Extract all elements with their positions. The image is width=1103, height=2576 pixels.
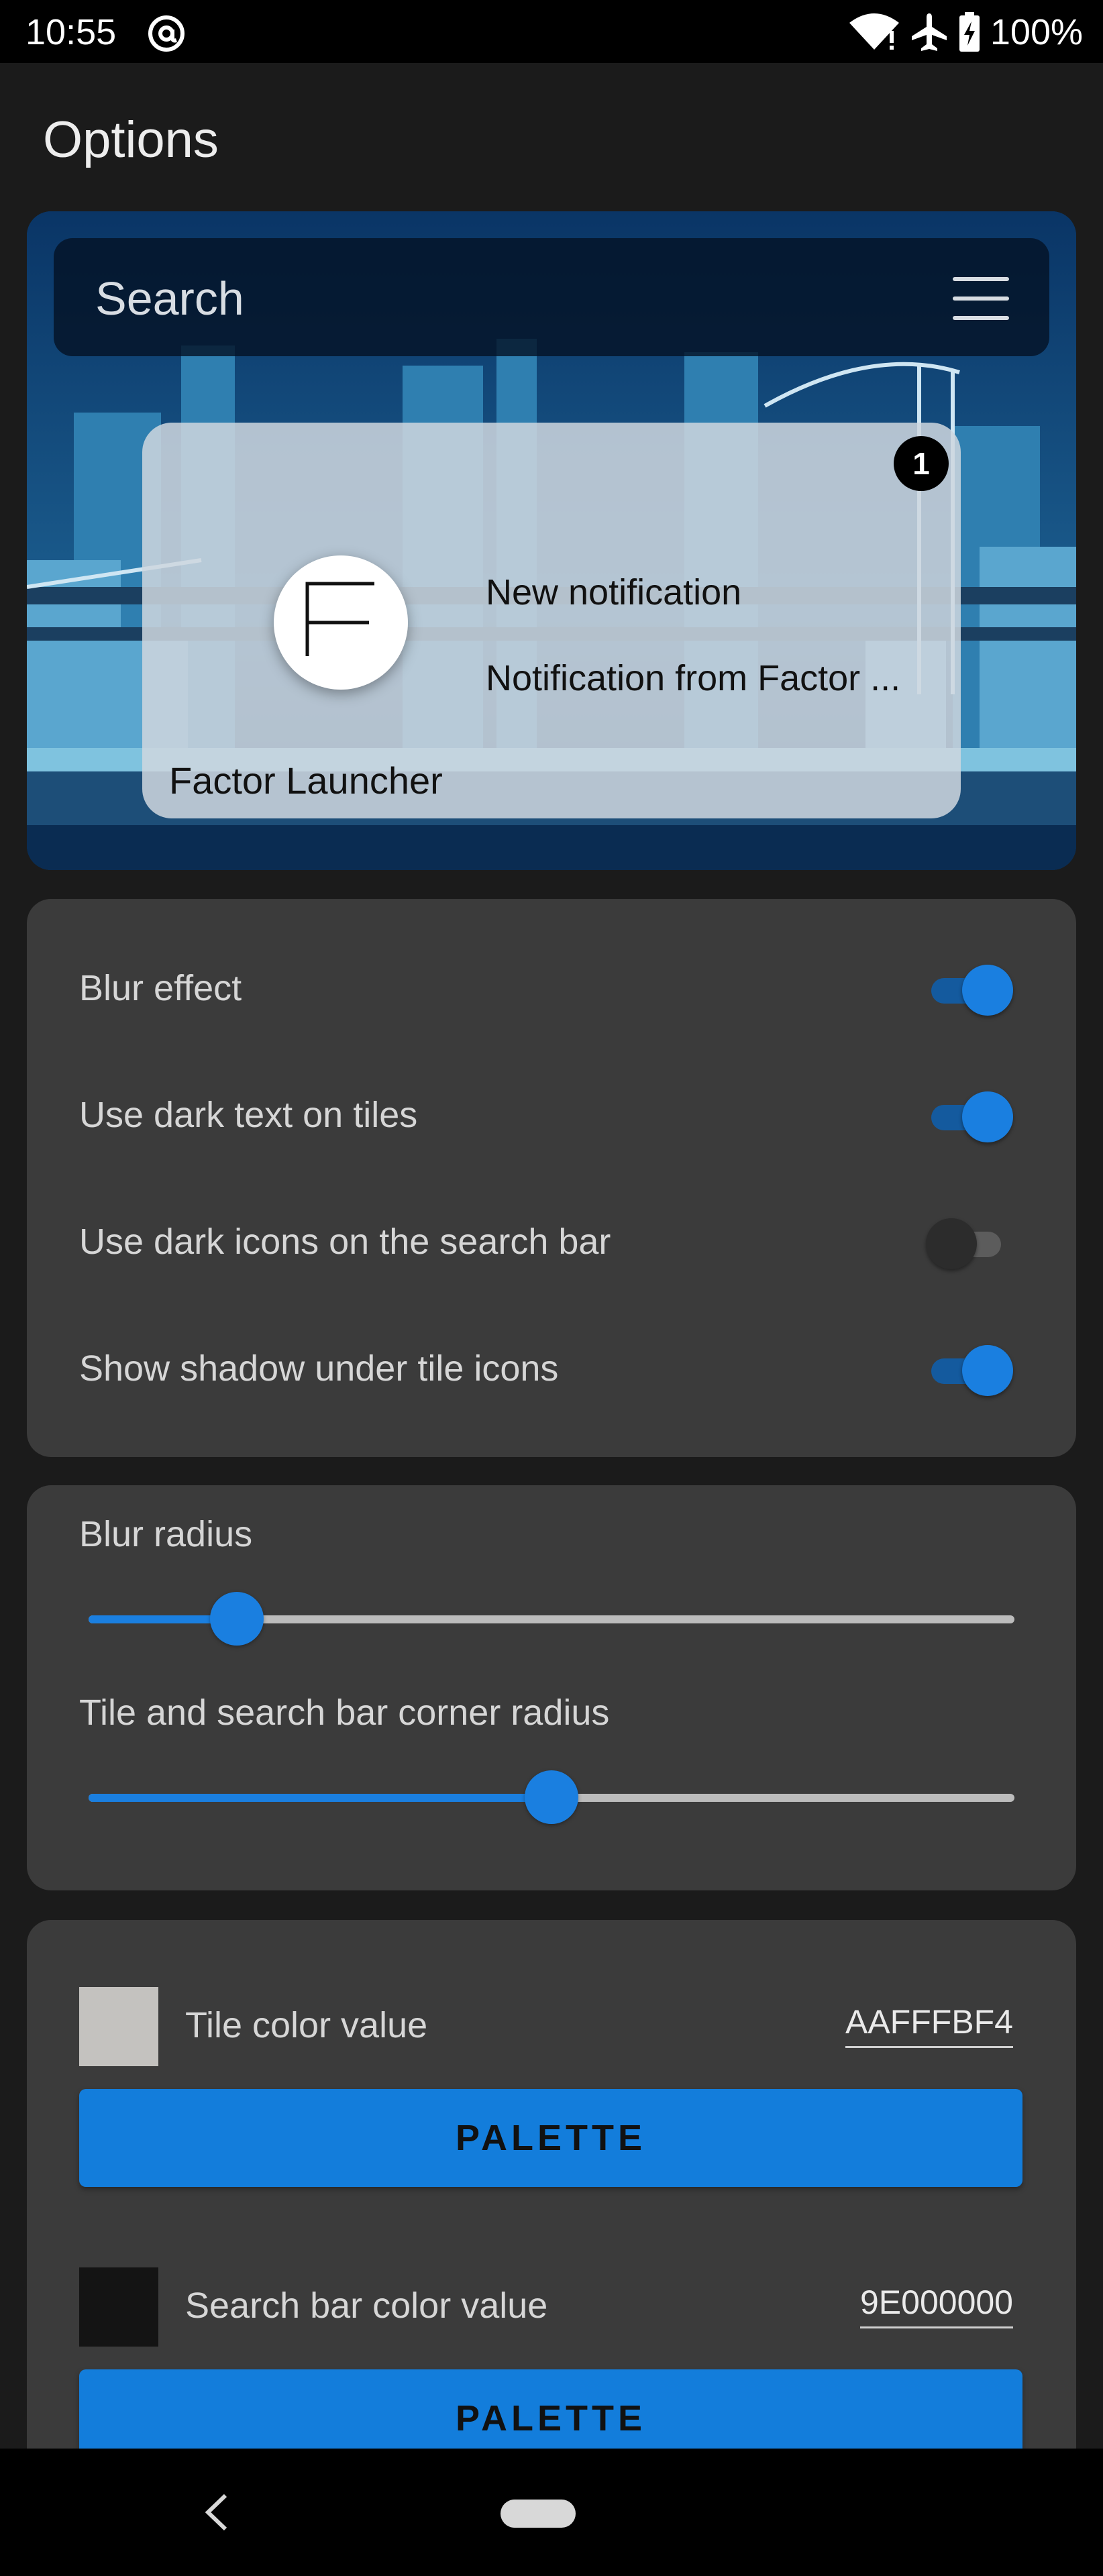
search-bar-color-hex-input[interactable]: 9E000000	[859, 2282, 1013, 2328]
notification-title: New notification	[486, 572, 742, 612]
color-label: Search bar color value	[185, 2286, 548, 2326]
notification-tile[interactable]: New notification Notification from Facto…	[142, 423, 961, 818]
page-title: Options	[43, 111, 219, 168]
preview-search-bar[interactable]: Search	[54, 238, 1049, 356]
slider-label-blur-radius: Blur radius	[79, 1514, 253, 1554]
notification-body: Notification from Factor ...	[486, 658, 901, 698]
dark-icons-switch[interactable]	[926, 1218, 1013, 1269]
tile-color-row: Tile color value AAFFFBF4	[27, 1982, 1076, 2069]
airplane-mode-icon	[911, 13, 947, 51]
status-right-group: 100%	[848, 11, 1083, 54]
toggle-label: Blur effect	[79, 968, 242, 1008]
search-bar-color-row: Search bar color value 9E000000	[27, 2262, 1076, 2349]
battery-percent: 100%	[990, 12, 1083, 52]
toggle-row-blur-effect[interactable]: Blur effect	[27, 935, 1076, 1042]
toggles-card: Blur effect Use dark text on tiles Use d…	[27, 899, 1076, 1457]
options-screen: 10:55 100% Options Search New notificati…	[0, 0, 1103, 2576]
tile-palette-button[interactable]: PALETTE	[79, 2089, 1022, 2187]
slider-thumb[interactable]	[209, 1592, 264, 1646]
toggle-label: Use dark text on tiles	[79, 1095, 418, 1135]
toggle-row-shadow-icons[interactable]: Show shadow under tile icons	[27, 1316, 1076, 1423]
toggle-label: Show shadow under tile icons	[79, 1348, 559, 1389]
status-bar: 10:55 100%	[0, 0, 1103, 63]
launcher-preview: Search New notification Notification fro…	[27, 211, 1076, 870]
tile-color-swatch[interactable]	[79, 1987, 158, 2066]
corner-radius-slider[interactable]	[89, 1767, 1014, 1827]
at-sign-icon	[148, 15, 185, 52]
slider-label-corner-radius: Tile and search bar corner radius	[79, 1693, 610, 1733]
notification-badge: 1	[894, 436, 949, 491]
tile-color-hex-input[interactable]: AAFFFBF4	[845, 2002, 1013, 2048]
toggle-row-dark-icons-search[interactable]: Use dark icons on the search bar	[27, 1189, 1076, 1296]
dark-text-switch[interactable]	[926, 1091, 1013, 1142]
search-bar-color-swatch[interactable]	[79, 2267, 158, 2347]
app-bar: Options	[0, 63, 1103, 211]
blur-radius-slider[interactable]	[89, 1589, 1014, 1649]
notification-app-name: Factor Launcher	[169, 759, 443, 802]
back-icon[interactable]	[195, 2489, 242, 2536]
wifi-icon	[849, 13, 899, 50]
status-time: 10:55	[25, 12, 117, 52]
toggle-label: Use dark icons on the search bar	[79, 1222, 611, 1262]
colors-card: Tile color value AAFFFBF4 PALETTE Search…	[27, 1920, 1076, 2524]
sliders-card: Blur radius Tile and search bar corner r…	[27, 1485, 1076, 1890]
shadow-switch[interactable]	[926, 1345, 1013, 1396]
battery-charging-icon	[959, 12, 980, 52]
app-avatar	[274, 555, 408, 690]
hamburger-menu-icon[interactable]	[953, 277, 1009, 320]
toggle-row-dark-text-tiles[interactable]: Use dark text on tiles	[27, 1062, 1076, 1169]
search-placeholder: Search	[95, 272, 244, 325]
factor-f-icon	[305, 582, 374, 656]
color-label: Tile color value	[185, 2005, 428, 2045]
slider-thumb[interactable]	[525, 1770, 578, 1824]
navigation-bar	[0, 2449, 1103, 2576]
blur-effect-switch[interactable]	[926, 965, 1013, 1016]
home-pill-button[interactable]	[501, 2500, 576, 2528]
